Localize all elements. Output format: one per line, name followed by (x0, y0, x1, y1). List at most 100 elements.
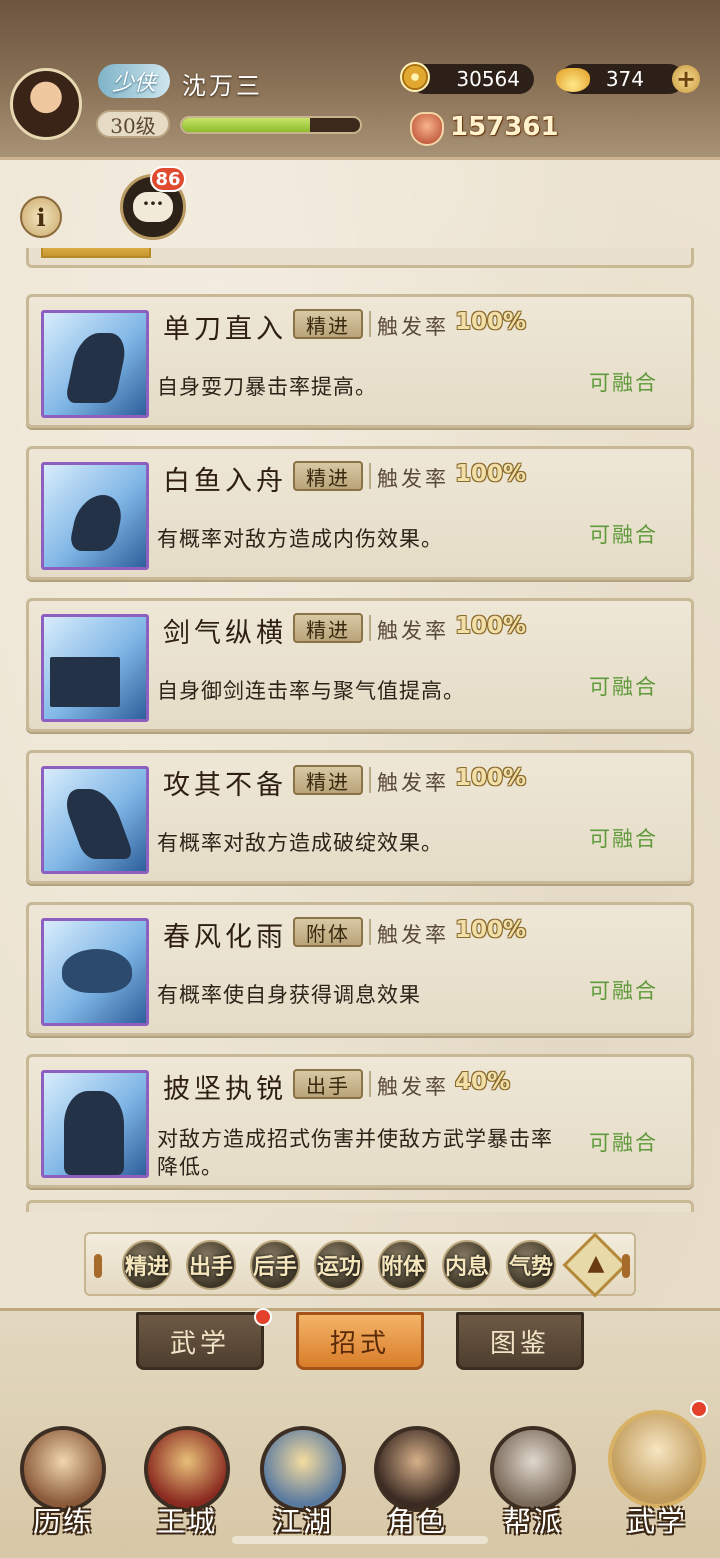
filter-futi-button[interactable]: 附体 (378, 1240, 428, 1290)
nav-bangpai[interactable]: 帮派 (486, 1416, 580, 1550)
swordsman-figure (64, 333, 130, 403)
divider (369, 463, 371, 489)
trigger-value: 100% (455, 613, 527, 639)
skill-desc: 自身耍刀暴击率提高。 (157, 375, 377, 399)
skill-desc: 有概率使自身获得调息效果 (157, 983, 421, 1007)
nav-wuxue[interactable]: 武学 (608, 1410, 706, 1550)
trigger-label: 触发率 (377, 467, 449, 491)
filter-bar-end (622, 1254, 630, 1278)
skill-thumb (41, 766, 149, 874)
filter-jingjin-button[interactable]: 精进 (122, 1240, 172, 1290)
player-level: 30级 (96, 110, 170, 138)
skill-thumb (41, 1070, 149, 1178)
player-title-badge: 少侠 (98, 64, 170, 98)
divider (369, 311, 371, 337)
nav-wangcheng[interactable]: 王城 (140, 1416, 234, 1550)
notification-dot (690, 1400, 708, 1418)
chevron-up-icon: ▲ (587, 1250, 605, 1276)
skill-thumb (41, 462, 149, 570)
fuse-status[interactable]: 可融合 (589, 367, 658, 397)
fuse-status[interactable]: 可融合 (589, 671, 658, 701)
ingot-icon (556, 68, 590, 92)
coin-value: 30564 (456, 67, 520, 91)
home-indicator (232, 1536, 488, 1544)
player-name: 沈万三 (182, 72, 263, 100)
filter-neixi-button[interactable]: 内息 (442, 1240, 492, 1290)
power-value: 157361 (450, 112, 559, 142)
divider (369, 615, 371, 641)
lotus-figure (62, 949, 132, 993)
trigger-value: 100% (455, 917, 527, 943)
filter-yungong-button[interactable]: 运功 (314, 1240, 364, 1290)
fish-figure (68, 495, 126, 551)
power-icon (410, 112, 444, 146)
skill-desc: 有概率对敌方造成破绽效果。 (157, 831, 443, 855)
nav-label: 王城 (156, 1505, 217, 1538)
fuse-status[interactable]: 可融合 (589, 519, 658, 549)
skill-list[interactable]: 单刀直入 精进 触发率 100% 自身耍刀暴击率提高。 可融合 白鱼入舟 精进 … (26, 248, 694, 1212)
nav-label: 武学 (626, 1505, 687, 1538)
chat-icon: ··· (133, 192, 173, 222)
skill-desc: 有概率对敌方造成内伤效果。 (157, 527, 443, 551)
skill-name: 单刀直入 (163, 314, 287, 345)
trigger-value: 100% (455, 765, 527, 791)
skill-desc: 对敌方造成招式伤害并使敌方武学暴击率降低。 (157, 1127, 553, 1179)
filter-bar-end (94, 1254, 102, 1278)
trigger-label: 触发率 (377, 619, 449, 643)
tab-wuxue[interactable]: 武学 (136, 1312, 264, 1370)
scroll-icon (608, 1410, 706, 1508)
skill-card-partial (26, 248, 694, 268)
trigger-label: 触发率 (377, 1075, 449, 1099)
filter-bar: 精进 出手 后手 运功 附体 内息 气势 ▲ (84, 1232, 636, 1298)
fuse-status[interactable]: 可融合 (589, 823, 658, 853)
ingot-value: 374 (605, 67, 644, 91)
skill-card[interactable]: 剑气纵横 精进 触发率 100% 自身御剑连击率与聚气值提高。 可融合 (26, 598, 694, 732)
skill-thumb (41, 310, 149, 418)
tab-zhaoshi[interactable]: 招式 (296, 1312, 424, 1370)
skill-card[interactable]: 春风化雨 附体 触发率 100% 有概率使自身获得调息效果 可融合 (26, 902, 694, 1036)
skill-card[interactable]: 单刀直入 精进 触发率 100% 自身耍刀暴击率提高。 可融合 (26, 294, 694, 428)
tab-tujian[interactable]: 图鉴 (456, 1312, 584, 1370)
skill-name: 披坚执锐 (163, 1074, 287, 1105)
divider (369, 919, 371, 945)
skill-thumb (41, 614, 149, 722)
nav-label: 帮派 (502, 1505, 563, 1538)
skill-name: 白鱼入舟 (163, 466, 287, 497)
notification-dot (254, 1308, 272, 1326)
warrior-figure (64, 1091, 124, 1175)
exp-bar (180, 116, 362, 134)
filter-qishi-button[interactable]: 气势 (506, 1240, 556, 1290)
filter-houshou-button[interactable]: 后手 (250, 1240, 300, 1290)
trigger-label: 触发率 (377, 315, 449, 339)
filter-chushou-button[interactable]: 出手 (186, 1240, 236, 1290)
skill-type-tag: 附体 (293, 917, 363, 947)
player-avatar[interactable] (10, 68, 82, 140)
coin-icon (400, 62, 430, 92)
divider (369, 767, 371, 793)
skill-type-tag: 精进 (293, 613, 363, 643)
fuse-status[interactable]: 可融合 (589, 975, 658, 1005)
skill-name: 春风化雨 (163, 922, 287, 953)
add-ingot-button[interactable]: + (672, 65, 700, 93)
fuse-status[interactable]: 可融合 (589, 1127, 658, 1157)
nav-label: 历练 (32, 1505, 93, 1538)
nav-juese[interactable]: 角色 (370, 1416, 464, 1550)
exp-bar-fill (182, 118, 311, 132)
skill-type-tag: 精进 (293, 765, 363, 795)
skill-card-partial (26, 1200, 694, 1212)
skill-card[interactable]: 攻其不备 精进 触发率 100% 有概率对敌方造成破绽效果。 可融合 (26, 750, 694, 884)
skill-type-tag: 精进 (293, 461, 363, 491)
skill-name: 剑气纵横 (163, 618, 287, 649)
skill-card[interactable]: 白鱼入舟 精进 触发率 100% 有概率对敌方造成内伤效果。 可融合 (26, 446, 694, 580)
nav-lilian[interactable]: 历练 (16, 1416, 110, 1550)
swordsman-figure (59, 789, 135, 859)
skill-thumb (41, 248, 151, 258)
info-button[interactable]: i (20, 196, 62, 238)
skill-thumb (41, 918, 149, 1026)
nav-label: 江湖 (272, 1505, 333, 1538)
trigger-value: 100% (455, 309, 527, 335)
skill-type-tag: 精进 (293, 309, 363, 339)
nav-jianghu[interactable]: 江湖 (256, 1416, 350, 1550)
skill-card[interactable]: 披坚执锐 出手 触发率 40% 对敌方造成招式伤害并使敌方武学暴击率降低。 可融… (26, 1054, 694, 1188)
nav-label: 角色 (386, 1505, 447, 1538)
